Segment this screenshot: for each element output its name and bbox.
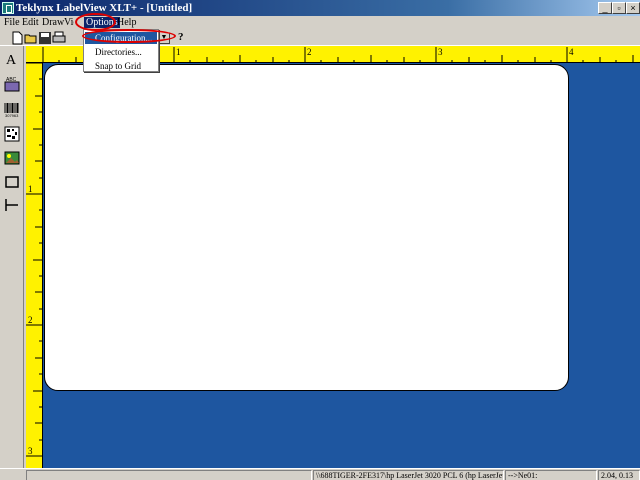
menu-item-directories[interactable]: Directories... (85, 46, 157, 58)
design-canvas[interactable] (43, 63, 640, 468)
counter-tool-icon[interactable]: ABC (4, 76, 20, 92)
ruler-label-v2: 2 (28, 315, 33, 325)
open-folder-icon[interactable] (24, 31, 38, 45)
maximize-button[interactable]: ▫ (612, 2, 626, 14)
rectangle-tool-icon[interactable] (4, 174, 20, 190)
menu-item-snap-to-grid[interactable]: Snap to Grid (85, 60, 157, 72)
minimize-button[interactable]: _ (598, 2, 612, 14)
barcode-tool-icon[interactable]: 307963 (4, 102, 20, 118)
save-icon[interactable] (38, 31, 52, 45)
menu-file[interactable]: File (4, 17, 20, 28)
image-tool-icon[interactable] (4, 150, 20, 166)
menu-edit[interactable]: Edit (22, 17, 39, 28)
status-port: -->Ne01: (505, 470, 597, 480)
ruler-label-v1: 1 (28, 184, 33, 194)
ruler-label-4: 4 (569, 47, 574, 57)
menu-help[interactable]: Help (117, 17, 136, 28)
print-icon[interactable] (52, 31, 66, 45)
ruler-label-1: 1 (176, 47, 181, 57)
labelview-app-icon[interactable] (2, 2, 14, 14)
status-printer: \\688TIGER-2FE317\hp LaserJet 3020 PCL 6… (313, 470, 504, 480)
help-icon[interactable]: ? (178, 31, 184, 43)
window-title: Teklynx LabelView XLT+ - [Untitled] (16, 2, 193, 14)
highlight-circle-options (75, 13, 116, 31)
svg-text:307963: 307963 (5, 113, 19, 118)
status-bar: \\688TIGER-2FE317\hp LaserJet 3020 PCL 6… (0, 468, 640, 480)
new-document-icon[interactable] (10, 31, 24, 45)
drawing-tools-bar: A ABC 307963 (0, 46, 24, 468)
label-design-area[interactable] (44, 64, 569, 391)
status-coordinates: 2.04, 0.13 (598, 470, 640, 480)
menu-draw[interactable]: Draw (42, 17, 64, 28)
vertical-ruler: 1 2 3 (26, 63, 43, 468)
text-tool-icon[interactable]: A (6, 53, 16, 69)
ruler-label-2: 2 (307, 47, 312, 57)
close-button[interactable]: × (626, 2, 640, 14)
status-pane-empty (26, 470, 312, 480)
2d-barcode-tool-icon[interactable] (4, 126, 20, 142)
line-tool-icon[interactable] (4, 197, 20, 213)
highlight-circle-configuration (82, 29, 176, 43)
svg-text:ABC: ABC (6, 77, 17, 83)
ruler-label-3: 3 (438, 47, 443, 57)
menu-view[interactable]: View (64, 17, 74, 28)
ruler-label-v3: 3 (28, 446, 33, 456)
